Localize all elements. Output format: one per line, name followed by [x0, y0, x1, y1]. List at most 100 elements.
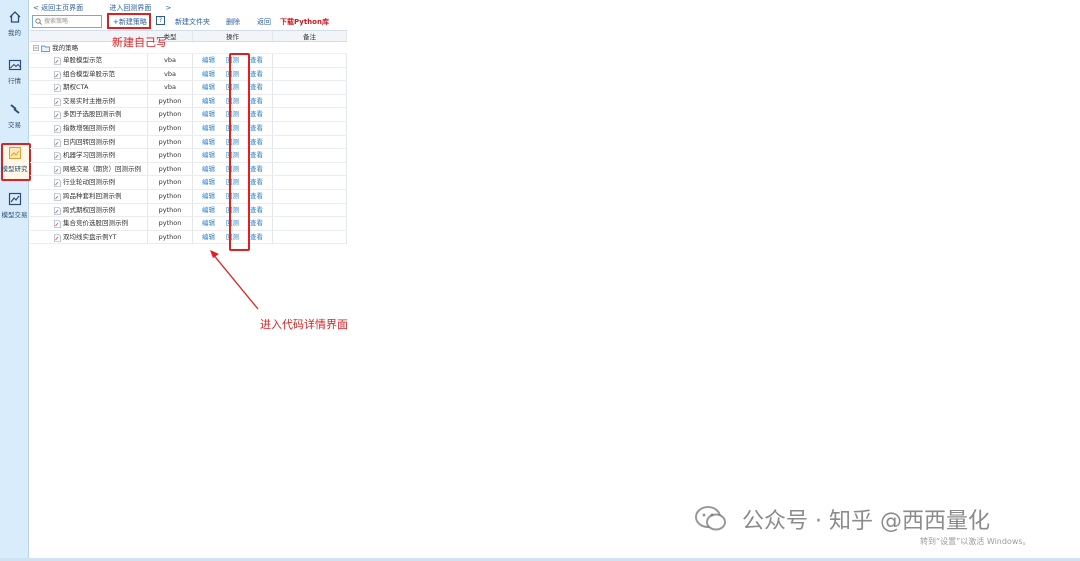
view-link[interactable]: 查看: [250, 68, 263, 81]
edit-link[interactable]: 编辑: [202, 95, 215, 108]
strategy-name: 多因子选股回测示例: [63, 110, 122, 119]
view-link[interactable]: 查看: [250, 231, 263, 244]
edit-link[interactable]: 编辑: [202, 54, 215, 67]
sidebar-item-model-trade[interactable]: 模型交易: [0, 192, 29, 232]
edit-link[interactable]: 编辑: [202, 108, 215, 121]
row-name-cell: 期权CTA: [30, 81, 148, 94]
annotation-arrow: [210, 250, 259, 310]
new-strategy-button[interactable]: +新建策略: [107, 13, 151, 29]
group-row-my-strategies[interactable]: 我的策略: [30, 42, 347, 54]
row-name-cell: 集合竞价选股回测示例: [30, 217, 148, 230]
strategy-name: 交易实时主推示例: [63, 96, 115, 105]
sidebar-item-label: 模型交易: [1, 211, 28, 219]
edit-column-highlight: [229, 53, 250, 251]
script-file-icon: [54, 193, 61, 201]
edit-link[interactable]: 编辑: [202, 176, 215, 189]
edit-link[interactable]: 编辑: [202, 122, 215, 135]
edit-link[interactable]: 编辑: [202, 190, 215, 203]
edit-link[interactable]: 编辑: [202, 204, 215, 217]
table-row[interactable]: 日内回转回测示例 python 编辑 回测 查看: [30, 135, 347, 150]
script-file-icon: [54, 125, 61, 133]
view-link[interactable]: 查看: [250, 108, 263, 121]
view-link[interactable]: 查看: [250, 163, 263, 176]
script-file-icon: [54, 206, 61, 215]
script-file-icon: [54, 179, 61, 188]
view-link[interactable]: 查看: [250, 149, 263, 162]
search-input[interactable]: 搜索策略: [32, 15, 102, 28]
table-row[interactable]: 单股模型示范 vba 编辑 回测 查看: [30, 54, 347, 68]
back-home-link[interactable]: < 返回主页界面: [33, 4, 95, 12]
edit-link[interactable]: 编辑: [202, 231, 215, 244]
row-name-cell: 多因子选股回测示例: [30, 108, 148, 121]
watermark-text: 公众号 · 知乎 @西西量化: [742, 509, 990, 534]
strategy-note: [273, 149, 347, 162]
strategy-name: 双均线实盘示例YT: [63, 232, 117, 241]
strategy-type: python: [148, 135, 193, 149]
table-row[interactable]: 多因子选股回测示例 python 编辑 回测 查看: [30, 108, 347, 122]
edit-link[interactable]: 编辑: [202, 81, 215, 94]
group-label: 我的策略: [33, 42, 78, 54]
edit-link[interactable]: 编辑: [202, 68, 215, 81]
view-link[interactable]: 查看: [250, 190, 263, 203]
strategy-note: [273, 176, 347, 189]
row-name-cell: 指数增强回测示例: [30, 121, 148, 135]
table-row[interactable]: 跨品种套利回测示例 python 编辑 回测 查看: [30, 189, 347, 204]
row-name-cell: 行业轮动回测示例: [30, 176, 148, 189]
strategy-type: vba: [148, 67, 193, 81]
view-link[interactable]: 查看: [250, 217, 263, 230]
sidebar-item-trade[interactable]: 交易: [0, 102, 29, 142]
table-header: 类型 操作 备注: [30, 30, 347, 42]
row-name-cell: 双均线实盘示例YT: [30, 230, 148, 244]
table-row[interactable]: 集合竞价选股回测示例 python 编辑 回测 查看: [30, 217, 347, 231]
strategy-note: [273, 203, 347, 217]
strategy-type: python: [148, 94, 193, 108]
strategy-type: python: [148, 108, 193, 121]
table-row[interactable]: 跨式期权回测示例 python 编辑 回测 查看: [30, 203, 347, 218]
table-row[interactable]: 双均线实盘示例YT python 编辑 回测 查看: [30, 230, 347, 245]
new-folder-button[interactable]: 新建文件夹: [175, 17, 210, 27]
strategy-name: 网格交易（期货）回测示例: [63, 164, 141, 173]
sidebar-item-market[interactable]: 行情: [0, 58, 29, 98]
strategy-name: 单股模型示范: [63, 56, 102, 64]
download-python-button[interactable]: 下载Python库: [280, 17, 329, 27]
sidebar-item-label: 模型研究: [1, 165, 28, 173]
sidebar-item-mine[interactable]: 我的: [0, 10, 29, 50]
edit-link[interactable]: 编辑: [202, 163, 215, 176]
row-name-cell: 机器学习回测示例: [30, 149, 148, 162]
strategy-note: [273, 67, 347, 81]
strategy-type: python: [148, 176, 193, 189]
table-row[interactable]: 交易实时主推示例 python 编辑 回测 查看: [30, 94, 347, 109]
table-row[interactable]: 行业轮动回测示例 python 编辑 回测 查看: [30, 176, 347, 190]
edit-link[interactable]: 编辑: [202, 149, 215, 162]
table-row[interactable]: 网格交易（期货）回测示例 python 编辑 回测 查看: [30, 162, 347, 177]
view-link[interactable]: 查看: [250, 204, 263, 217]
table-row[interactable]: 组合模型单股示范 vba 编辑 回测 查看: [30, 67, 347, 82]
group-name: 我的策略: [52, 44, 79, 52]
row-name-cell: 跨式期权回测示例: [30, 203, 148, 217]
edit-link[interactable]: 编辑: [202, 136, 215, 149]
table-row[interactable]: 机器学习回测示例 python 编辑 回测 查看: [30, 149, 347, 163]
view-link[interactable]: 查看: [250, 95, 263, 108]
script-file-icon: [54, 97, 61, 106]
view-link[interactable]: 查看: [250, 81, 263, 94]
script-file-icon: [54, 57, 61, 65]
strategy-type: python: [148, 149, 193, 162]
view-link[interactable]: 查看: [250, 122, 263, 135]
script-file-icon: [54, 165, 61, 174]
row-name-cell: 日内回转回测示例: [30, 135, 148, 149]
delete-button[interactable]: 删除: [226, 17, 240, 27]
table-row[interactable]: 指数增强回测示例 python 编辑 回测 查看: [30, 121, 347, 136]
script-file-icon: [54, 138, 61, 147]
help-icon[interactable]: ?: [156, 16, 165, 25]
enter-backtest-link[interactable]: 进入回测界面 >: [109, 4, 171, 12]
edit-link[interactable]: 编辑: [202, 217, 215, 230]
view-link[interactable]: 查看: [250, 176, 263, 189]
view-link[interactable]: 查看: [250, 54, 263, 67]
script-file-icon: [54, 111, 61, 120]
sidebar: 我的 行情 交易 模型研究 模型交易: [0, 0, 31, 561]
back-button[interactable]: 返回: [257, 17, 271, 27]
windows-activation-text: 转到“设置”以激活 Windows。: [920, 537, 1031, 546]
sidebar-item-model-research[interactable]: 模型研究: [0, 146, 29, 186]
view-link[interactable]: 查看: [250, 136, 263, 149]
table-row[interactable]: 期权CTA vba 编辑 回测 查看: [30, 81, 347, 95]
